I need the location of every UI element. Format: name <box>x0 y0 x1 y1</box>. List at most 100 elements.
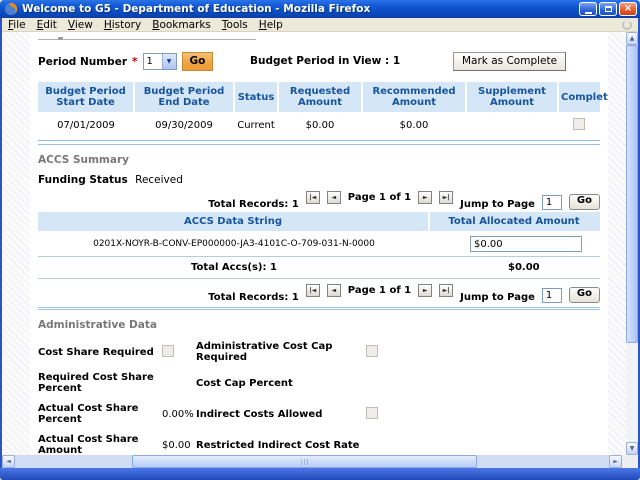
menu-help[interactable]: Help <box>259 19 283 31</box>
jump-to-page-input[interactable] <box>542 288 562 303</box>
horizontal-scrollbar[interactable]: ◄ ► <box>2 455 638 468</box>
col-header-start-date: Budget Period Start Date <box>38 82 134 112</box>
col-header-status: Status <box>234 82 278 112</box>
col-header-complete: Complete <box>558 82 600 112</box>
menu-file[interactable]: File <box>8 19 26 31</box>
cell-requested: $0.00 <box>278 112 362 141</box>
menu-bar: File Edit View History Bookmarks Tools H… <box>2 18 638 32</box>
scroll-down-icon[interactable]: ▼ <box>626 442 638 455</box>
budget-periods-table: Budget Period Start Date Budget Period E… <box>38 82 600 141</box>
chevron-down-icon[interactable]: ▼ <box>162 54 176 69</box>
total-accs-value: $0.00 <box>430 262 598 273</box>
funding-status-label: Funding Status <box>38 174 128 186</box>
table-row: 07/01/2009 09/30/2009 Current $0.00 $0.0… <box>38 112 600 141</box>
required-asterisk: * <box>132 56 138 68</box>
col-header-supplement: Supplement Amount <box>466 82 558 112</box>
funding-status-row: Funding Status Received <box>38 174 600 186</box>
accs-table: ACCS Data String Total Allocated Amount … <box>38 212 600 279</box>
firefox-icon <box>4 2 18 16</box>
menu-edit[interactable]: Edit <box>37 19 57 31</box>
total-allocated-input[interactable] <box>470 236 582 252</box>
first-page-button[interactable]: |◄ <box>306 191 320 204</box>
field-label: Actual Cost Share Percent <box>38 403 162 425</box>
total-records-label: Total Records: 1 <box>208 292 299 303</box>
jump-go-button[interactable]: Go <box>569 194 600 210</box>
col-header-end-date: Budget Period End Date <box>134 82 234 112</box>
divider <box>38 307 600 310</box>
accs-total-row: Total Accs(s): 1 $0.00 <box>38 256 600 279</box>
accs-data-string: 0201X-NOYR-B-CONV-EP000000-JA3-4101C-O-7… <box>38 239 430 249</box>
field-label: Administrative Cost Cap Required <box>196 341 366 363</box>
menu-view[interactable]: View <box>68 19 93 31</box>
vertical-scrollbar[interactable]: ▲ ▼ <box>626 32 638 455</box>
administrative-data-title: Administrative Data <box>38 319 600 331</box>
jump-go-button[interactable]: Go <box>569 287 600 303</box>
cell-recommended: $0.00 <box>362 112 466 141</box>
jump-to-page-input[interactable] <box>542 195 562 210</box>
col-header-recommended: Recommended Amount <box>362 82 466 112</box>
scrollbar-corner <box>622 455 638 468</box>
scroll-up-icon[interactable]: ▲ <box>626 32 638 45</box>
page-content: Period Number * 1 ▼ Go Budget Period in … <box>30 32 608 455</box>
total-records-label: Total Records: 1 <box>208 199 299 210</box>
previous-page-button[interactable]: ◄ <box>327 191 341 204</box>
budget-period-in-view: Budget Period in View : 1 <box>250 55 400 67</box>
title-bar: Welcome to G5 - Department of Education … <box>0 0 640 18</box>
close-button[interactable]: × <box>619 2 637 16</box>
page-indicator: Page 1 of 1 <box>348 285 411 296</box>
field-label: Cost Share Required <box>38 347 162 358</box>
field-value: 0.00% <box>162 409 196 420</box>
period-go-button[interactable]: Go <box>182 52 214 71</box>
previous-page-button[interactable]: ◄ <box>327 284 341 297</box>
col-header-total-allocated: Total Allocated Amount <box>430 212 598 231</box>
accs-summary-title: ACCS Summary <box>38 154 600 166</box>
period-number-label: Period Number <box>38 56 127 68</box>
divider <box>38 144 600 145</box>
accs-row: 0201X-NOYR-B-CONV-EP000000-JA3-4101C-O-7… <box>38 231 600 256</box>
clipped-page-element <box>38 36 256 40</box>
restore-icon <box>605 6 612 12</box>
minimize-icon <box>585 12 592 14</box>
menu-bookmarks[interactable]: Bookmarks <box>152 19 211 31</box>
col-header-accs-data-string: ACCS Data String <box>38 212 430 231</box>
field-label: Cost Cap Percent <box>196 378 366 389</box>
period-number-select[interactable]: 1 ▼ <box>143 53 177 70</box>
cell-supplement <box>466 112 558 141</box>
col-header-requested: Requested Amount <box>278 82 362 112</box>
jump-to-page-label: Jump to Page <box>460 292 535 303</box>
field-label: Restricted Indirect Cost Rate <box>196 440 366 451</box>
indirect-costs-allowed-checkbox <box>366 407 378 419</box>
scroll-right-icon[interactable]: ► <box>609 455 622 468</box>
total-accs-label: Total Accs(s): 1 <box>38 262 430 273</box>
scroll-left-icon[interactable]: ◄ <box>2 455 15 468</box>
field-label: Required Cost Share Percent <box>38 372 162 394</box>
vertical-scroll-thumb[interactable] <box>626 45 638 343</box>
horizontal-scroll-thumb[interactable] <box>132 455 477 468</box>
field-label: Indirect Costs Allowed <box>196 409 366 420</box>
admin-cost-cap-required-checkbox <box>366 345 378 357</box>
accs-pagination-top: Total Records: 1 |◄ ◄ Page 1 of 1 ► ►| J… <box>38 188 600 210</box>
field-value: $0.00 <box>162 440 196 451</box>
mark-as-complete-button[interactable]: Mark as Complete <box>453 52 566 71</box>
next-page-button[interactable]: ► <box>418 284 432 297</box>
restore-button[interactable] <box>599 2 617 16</box>
menu-tools[interactable]: Tools <box>222 19 248 31</box>
window-bottom-border <box>0 468 640 480</box>
cell-status: Current <box>234 112 278 141</box>
clipped-text-fragment <box>58 37 63 40</box>
accs-pagination-bottom: Total Records: 1 |◄ ◄ Page 1 of 1 ► ►| J… <box>38 281 600 303</box>
cost-share-required-checkbox <box>162 345 174 357</box>
minimize-button[interactable] <box>579 2 597 16</box>
last-page-button[interactable]: ►| <box>439 284 453 297</box>
last-page-button[interactable]: ►| <box>439 191 453 204</box>
first-page-button[interactable]: |◄ <box>306 284 320 297</box>
window-title: Welcome to G5 - Department of Education … <box>22 3 579 15</box>
funding-status-value: Received <box>135 174 183 186</box>
cell-end-date: 09/30/2009 <box>134 112 234 141</box>
menu-history[interactable]: History <box>104 19 141 31</box>
firefox-window: Welcome to G5 - Department of Education … <box>0 0 640 480</box>
next-page-button[interactable]: ► <box>418 191 432 204</box>
period-selector-row: Period Number * 1 ▼ Go Budget Period in … <box>38 52 600 72</box>
period-number-value: 1 <box>144 54 162 69</box>
page-viewport: Period Number * 1 ▼ Go Budget Period in … <box>2 32 638 455</box>
